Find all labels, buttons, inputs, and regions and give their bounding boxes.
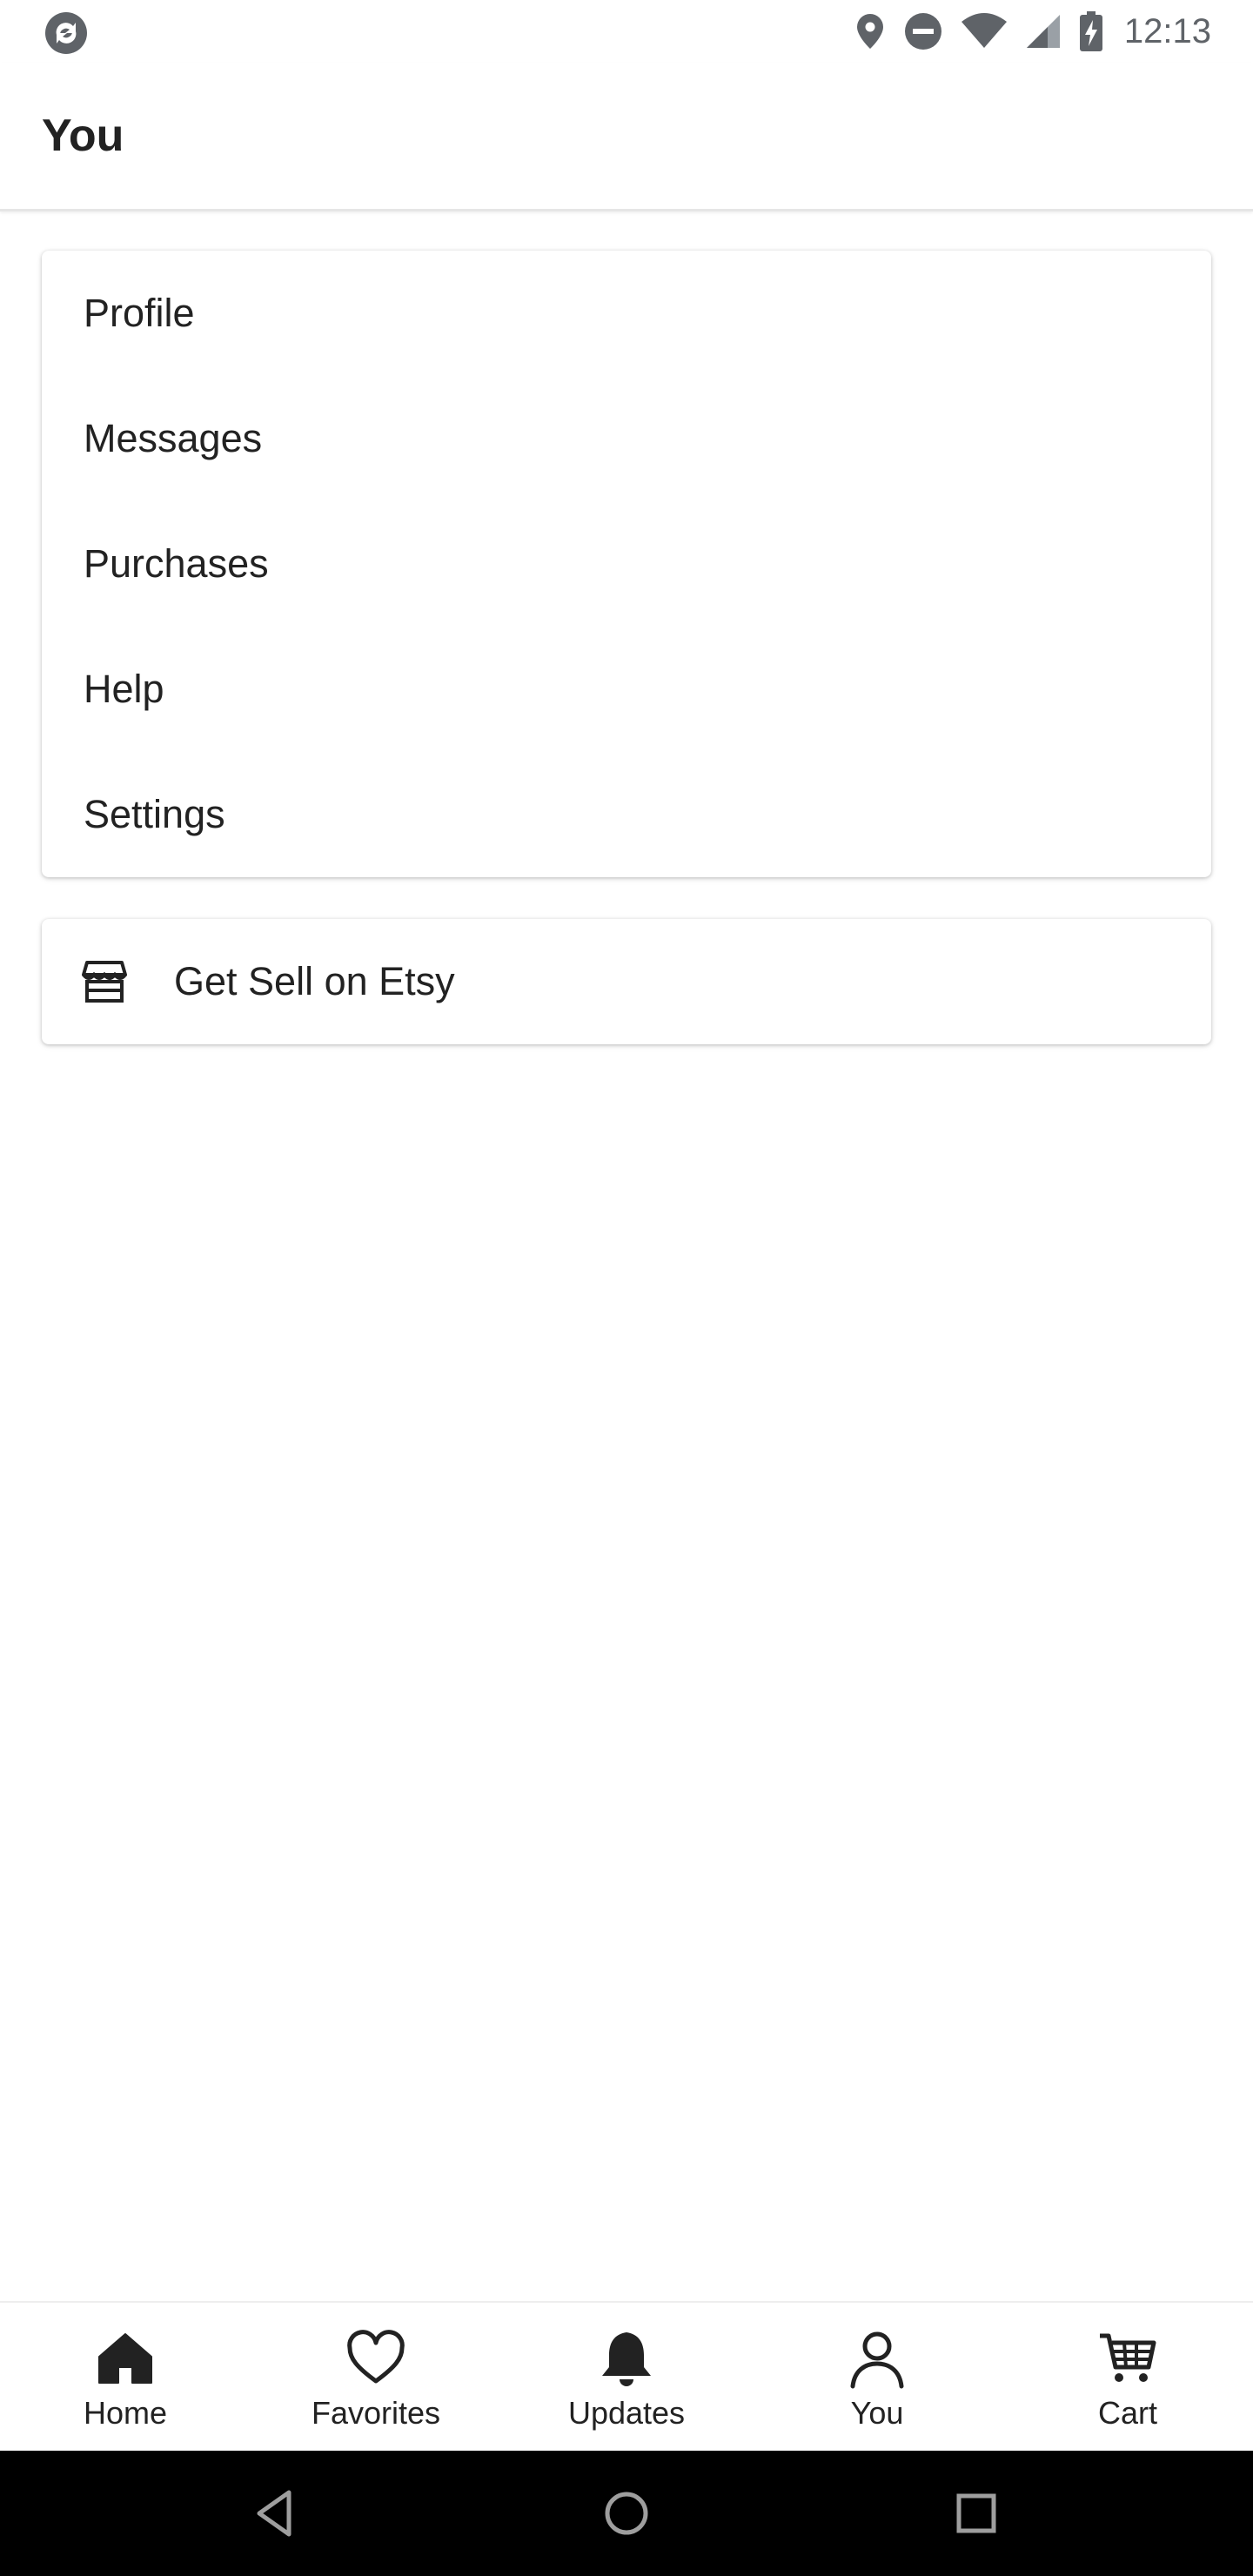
menu-item-settings[interactable]: Settings: [42, 752, 1211, 877]
nav-home-label: Home: [83, 2395, 168, 2431]
nav-updates[interactable]: Updates: [501, 2303, 752, 2452]
location-icon: [856, 14, 883, 49]
menu-item-purchases[interactable]: Purchases: [42, 501, 1211, 627]
app-sync-icon: [45, 12, 87, 54]
nav-updates-label: Updates: [567, 2395, 686, 2431]
status-icons: 12:13: [854, 0, 1211, 63]
nav-favorites[interactable]: Favorites: [251, 2303, 501, 2452]
menu-item-help[interactable]: Help: [42, 627, 1211, 752]
status-bar: 12:13: [0, 0, 1253, 63]
sell-on-etsy-label: Get Sell on Etsy: [174, 959, 455, 1003]
shop-icon: [82, 961, 127, 1003]
do-not-disturb-icon: [904, 13, 941, 50]
home-icon: [98, 2333, 152, 2384]
menu-item-messages[interactable]: Messages: [42, 376, 1211, 501]
home-circle-icon[interactable]: [599, 2485, 654, 2541]
menu-item-profile[interactable]: Profile: [42, 251, 1211, 376]
app-bar: You: [0, 63, 1253, 211]
bottom-navigation: Home Favorites Updates You Cart: [0, 2301, 1253, 2452]
cart-icon: [1100, 2333, 1156, 2382]
account-menu-card: Profile Messages Purchases Help Settings: [42, 251, 1211, 877]
heart-icon: [347, 2330, 405, 2384]
wifi-icon: [961, 13, 1007, 48]
status-time: 12:13: [1123, 11, 1211, 50]
cellular-signal-icon: [1026, 15, 1060, 48]
system-navigation-bar: [0, 2451, 1253, 2576]
sell-on-etsy-button[interactable]: Get Sell on Etsy: [42, 919, 1211, 1044]
nav-cart[interactable]: Cart: [1002, 2303, 1253, 2452]
back-icon[interactable]: [247, 2485, 303, 2541]
battery-charging-icon: [1079, 11, 1102, 51]
page-title: You: [42, 111, 124, 161]
nav-favorites-label: Favorites: [311, 2395, 441, 2431]
nav-cart-label: Cart: [1097, 2395, 1157, 2431]
recents-icon[interactable]: [948, 2485, 1004, 2541]
nav-you-label: You: [850, 2395, 904, 2431]
nav-you[interactable]: You: [752, 2303, 1002, 2452]
bell-icon: [602, 2332, 651, 2386]
nav-home[interactable]: Home: [0, 2303, 251, 2452]
person-icon: [850, 2331, 904, 2389]
